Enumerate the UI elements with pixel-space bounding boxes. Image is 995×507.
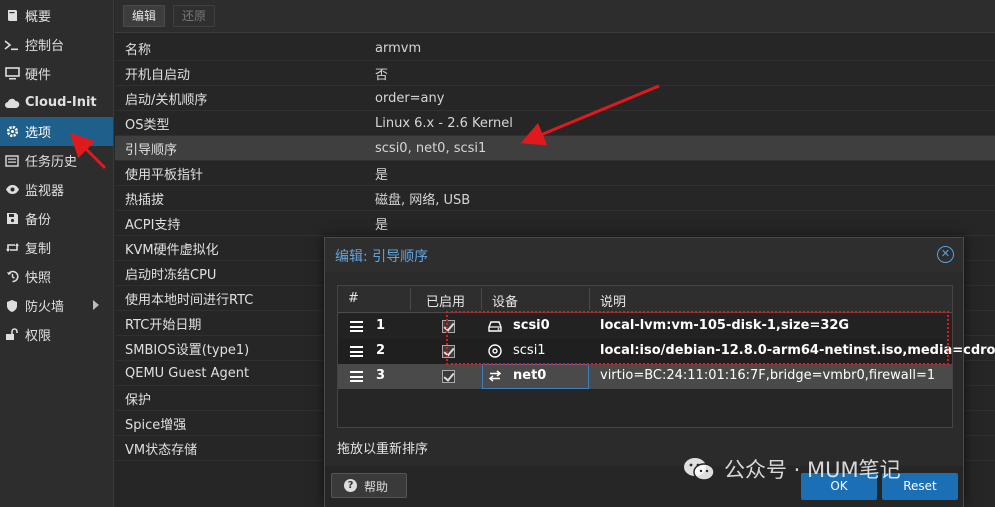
col-header-desc[interactable]: 说明 — [600, 291, 626, 310]
sidebar-item-label: 防火墙 — [25, 300, 65, 315]
option-value: armvm — [375, 40, 422, 56]
drag-handle-icon[interactable] — [350, 371, 363, 382]
enabled-checkbox[interactable] — [442, 370, 455, 383]
device-description: virtio=BC:24:11:01:16:7F,bridge=vmbr0,fi… — [600, 368, 936, 383]
expand-caret-icon[interactable] — [93, 300, 99, 310]
col-header-enabled[interactable]: 已启用 — [426, 291, 465, 310]
option-value: 磁盘, 网络, USB — [375, 192, 471, 208]
sidebar-item-label: 复制 — [25, 242, 52, 257]
option-value: order=any — [375, 90, 445, 106]
eye-icon — [4, 182, 20, 198]
row-num: 2 — [376, 343, 386, 358]
sidebar-item-label: 权限 — [25, 329, 52, 344]
question-icon: ? — [344, 479, 357, 492]
option-value: 是 — [375, 167, 389, 183]
option-row[interactable]: 启动/关机顺序 order=any — [115, 86, 995, 111]
sidebar-item-label: 快照 — [25, 271, 52, 286]
drag-handle-icon[interactable] — [350, 321, 363, 332]
gear-icon — [4, 124, 20, 140]
option-key: OS类型 — [125, 117, 170, 133]
help-button[interactable]: ? 帮助 — [331, 473, 407, 498]
option-key: ACPI支持 — [125, 217, 181, 233]
floppy-icon — [4, 211, 20, 227]
option-key: 启动/关机顺序 — [125, 92, 208, 108]
col-header-device[interactable]: 设备 — [492, 291, 518, 310]
sidebar-item-label: 概要 — [25, 10, 52, 25]
sidebar-item-label: 备份 — [25, 213, 52, 228]
sidebar-item-label: Cloud-Init — [25, 95, 97, 110]
option-row[interactable]: 引导顺序 scsi0, net0, scsi1 — [115, 136, 995, 161]
sidebar-item-label: 选项 — [25, 126, 52, 141]
option-key: 热插拔 — [125, 192, 165, 208]
col-header-num[interactable]: # — [348, 291, 359, 306]
toolbar: 编辑 还原 — [115, 0, 995, 33]
option-row[interactable]: 热插拔 磁盘, 网络, USB — [115, 186, 995, 211]
terminal-icon — [4, 37, 20, 53]
option-key: 引导顺序 — [125, 142, 178, 158]
row-num: 1 — [376, 318, 386, 333]
sidebar-item-task-history[interactable]: 任务历史 — [0, 146, 113, 175]
option-key: 名称 — [125, 42, 152, 58]
table-header: # 已启用 设备 说明 — [338, 286, 952, 313]
cloud-icon — [4, 95, 20, 111]
close-icon[interactable]: ✕ — [937, 246, 954, 263]
edit-button[interactable]: 编辑 — [123, 5, 166, 27]
device-name: net0 — [513, 368, 547, 383]
option-value: scsi0, net0, scsi1 — [375, 140, 487, 156]
watermark-text: 公众号 · MUM笔记 — [724, 458, 901, 482]
option-row[interactable]: 开机自启动 否 — [115, 61, 995, 86]
option-value: 否 — [375, 67, 389, 83]
drag-hint: 拖放以重新排序 — [337, 442, 429, 457]
sidebar-item-options[interactable]: 选项 — [0, 117, 113, 146]
shield-icon — [4, 298, 20, 314]
revert-button[interactable]: 还原 — [173, 5, 216, 27]
sidebar-item-console[interactable]: 控制台 — [0, 30, 113, 59]
wechat-icon — [684, 458, 715, 481]
sidebar-item-label: 监视器 — [25, 184, 65, 199]
sidebar-item-cloud-init[interactable]: Cloud-Init — [0, 88, 113, 117]
sidebar-item-monitor[interactable]: 监视器 — [0, 175, 113, 204]
dialog-header: 编辑: 引导顺序 ✕ — [325, 238, 963, 272]
option-row[interactable]: OS类型 Linux 6.x - 2.6 Kernel — [115, 111, 995, 136]
option-value: 是 — [375, 217, 389, 233]
sidebar-item-summary[interactable]: 概要 — [0, 1, 113, 30]
option-value: Linux 6.x - 2.6 Kernel — [375, 115, 513, 131]
sidebar-item-firewall[interactable]: 防火墙 — [0, 291, 113, 320]
dialog-title: 编辑: 引导顺序 — [335, 249, 429, 265]
sidebar-item-replication[interactable]: 复制 — [0, 233, 113, 262]
option-row[interactable]: ACPI支持 是 — [115, 211, 995, 236]
option-row[interactable]: 使用平板指针 是 — [115, 161, 995, 186]
sidebar-item-permissions[interactable]: 权限 — [0, 320, 113, 349]
option-row[interactable]: 名称 armvm — [115, 36, 995, 61]
unlock-icon — [4, 327, 20, 343]
option-key: 使用平板指针 — [125, 167, 204, 183]
list-icon — [4, 153, 20, 169]
sidebar-item-backup[interactable]: 备份 — [0, 204, 113, 233]
sidebar-item-snapshots[interactable]: 快照 — [0, 262, 113, 291]
row-num: 3 — [376, 368, 386, 383]
exchange-icon — [488, 370, 502, 382]
book-icon — [4, 8, 20, 24]
monitor-icon — [4, 66, 20, 82]
watermark: 公众号 · MUM笔记 — [682, 454, 901, 484]
sidebar-item-label: 硬件 — [25, 68, 52, 83]
retweet-icon — [4, 240, 20, 256]
sidebar-item-label: 控制台 — [25, 39, 65, 54]
help-label: 帮助 — [364, 480, 389, 494]
option-key: 开机自启动 — [125, 67, 191, 83]
table-row[interactable]: 3 net0 virtio=BC:24:11:01:16:7F,bridge=v… — [338, 364, 952, 389]
sidebar-item-hardware[interactable]: 硬件 — [0, 59, 113, 88]
annotation-highlight-box — [446, 311, 949, 365]
drag-handle-icon[interactable] — [350, 346, 363, 357]
sidebar: 概要 控制台 硬件 Cloud-Init 选项 任务历史 监视器 备份 复制 快… — [0, 0, 114, 507]
history-icon — [4, 269, 20, 285]
sidebar-item-label: 任务历史 — [25, 155, 78, 170]
